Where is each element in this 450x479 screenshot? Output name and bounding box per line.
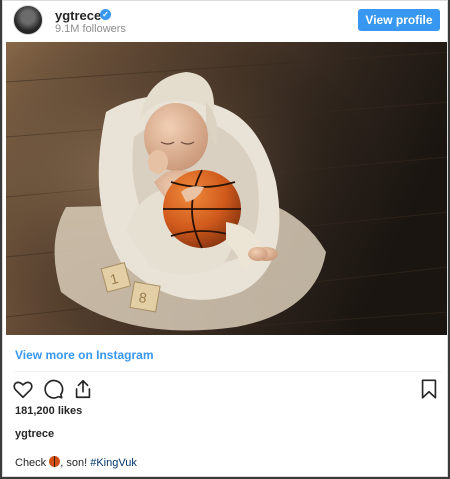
instagram-embed-card: ygtrece ✓ 9.1M followers View profile 1 … — [2, 0, 448, 477]
view-more-link[interactable]: View more on Instagram — [15, 348, 154, 362]
share-icon[interactable] — [72, 378, 94, 400]
comment-icon[interactable] — [42, 378, 64, 400]
caption-text: Check — [15, 457, 50, 469]
divider — [15, 371, 441, 372]
hashtag-link[interactable]: #KingVuk — [90, 457, 137, 469]
baby-with-basketball-photo: 1 8 — [6, 42, 447, 335]
caption-text-middle: , son! — [60, 457, 91, 469]
view-profile-button[interactable]: View profile — [358, 9, 440, 31]
avatar[interactable] — [13, 5, 43, 35]
follower-count: 9.1M followers — [55, 23, 126, 35]
verified-badge-icon: ✓ — [100, 9, 111, 20]
basketball-emoji-icon — [49, 456, 61, 467]
bookmark-icon[interactable] — [418, 378, 440, 400]
action-bar — [3, 375, 447, 403]
like-count[interactable]: 181,200 likes — [15, 405, 82, 417]
post-header: ygtrece ✓ 9.1M followers View profile — [3, 1, 447, 41]
caption-username[interactable]: ygtrece — [15, 428, 54, 440]
post-caption: Check , son! #KingVuk — [15, 456, 137, 469]
post-photo[interactable]: 1 8 — [6, 42, 447, 335]
heart-icon[interactable] — [12, 378, 34, 400]
username[interactable]: ygtrece — [55, 8, 101, 23]
